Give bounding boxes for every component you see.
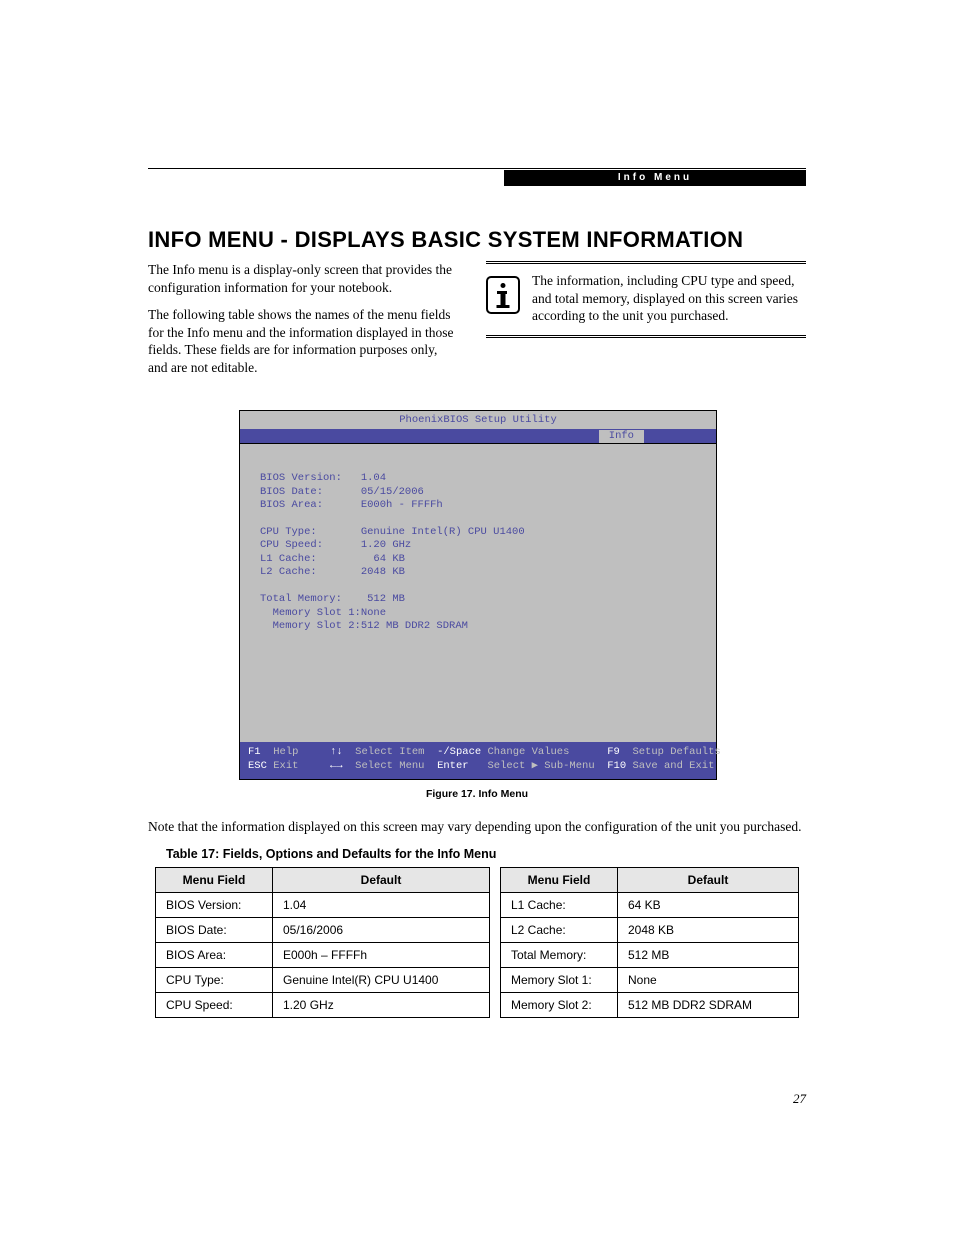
table-cell: L1 Cache: (501, 893, 618, 918)
table-title: Table 17: Fields, Options and Defaults f… (166, 847, 806, 861)
bios-body: BIOS Version: 1.04 BIOS Date: 05/15/2006… (240, 443, 716, 742)
table-cell: L2 Cache: (501, 918, 618, 943)
figure-caption: Figure 17. Info Menu (239, 788, 715, 800)
table-row: CPU Type:Genuine Intel(R) CPU U1400 Memor… (156, 968, 799, 993)
page-title: INFO MENU - DISPLAYS BASIC SYSTEM INFORM… (148, 227, 806, 253)
table-cell: 2048 KB (618, 918, 799, 943)
table-cell: E000h – FFFFh (273, 943, 490, 968)
table-cell: 05/16/2006 (273, 918, 490, 943)
table-row: BIOS Version:1.04 L1 Cache:64 KB (156, 893, 799, 918)
fields-table: Menu Field Default Menu Field Default BI… (155, 867, 799, 1018)
intro-paragraph-1: The Info menu is a display-only screen t… (148, 261, 460, 296)
table-cell: Memory Slot 1: (501, 968, 618, 993)
table-row: CPU Speed:1.20 GHz Memory Slot 2:512 MB D… (156, 993, 799, 1018)
bios-tab-bar: Info (240, 429, 716, 443)
table-header-menu-field-1: Menu Field (156, 868, 273, 893)
bios-screenshot: PhoenixBIOS Setup Utility Info BIOS Vers… (239, 410, 717, 779)
table-cell: CPU Speed: (156, 993, 273, 1018)
page-number: 27 (793, 1091, 806, 1107)
table-cell: Total Memory: (501, 943, 618, 968)
info-note-box: The information, including CPU type and … (486, 261, 806, 338)
table-cell: Memory Slot 2: (501, 993, 618, 1018)
table-cell: BIOS Area: (156, 943, 273, 968)
table-header-default-1: Default (273, 868, 490, 893)
table-header-default-2: Default (618, 868, 799, 893)
table-cell: 512 MB (618, 943, 799, 968)
bios-footer: F1 Help ↑↓ Select Item -/Space Change Va… (240, 742, 716, 778)
bios-title: PhoenixBIOS Setup Utility (240, 411, 716, 429)
table-cell: 1.20 GHz (273, 993, 490, 1018)
info-note-text: The information, including CPU type and … (532, 272, 806, 325)
table-cell: 512 MB DDR2 SDRAM (618, 993, 799, 1018)
info-icon (486, 276, 520, 314)
table-cell: CPU Type: (156, 968, 273, 993)
table-header-menu-field-2: Menu Field (501, 868, 618, 893)
table-cell: 64 KB (618, 893, 799, 918)
post-note-paragraph: Note that the information displayed on t… (148, 818, 806, 836)
header-stripe: Info Menu (148, 168, 806, 187)
table-cell: 1.04 (273, 893, 490, 918)
bios-tab-info: Info (599, 430, 644, 443)
header-section-label: Info Menu (504, 170, 806, 186)
table-cell: None (618, 968, 799, 993)
table-row: BIOS Area:E000h – FFFFh Total Memory:512 … (156, 943, 799, 968)
table-row: BIOS Date:05/16/2006 L2 Cache:2048 KB (156, 918, 799, 943)
table-cell: BIOS Version: (156, 893, 273, 918)
table-cell: Genuine Intel(R) CPU U1400 (273, 968, 490, 993)
table-cell: BIOS Date: (156, 918, 273, 943)
intro-paragraph-2: The following table shows the names of t… (148, 306, 460, 376)
